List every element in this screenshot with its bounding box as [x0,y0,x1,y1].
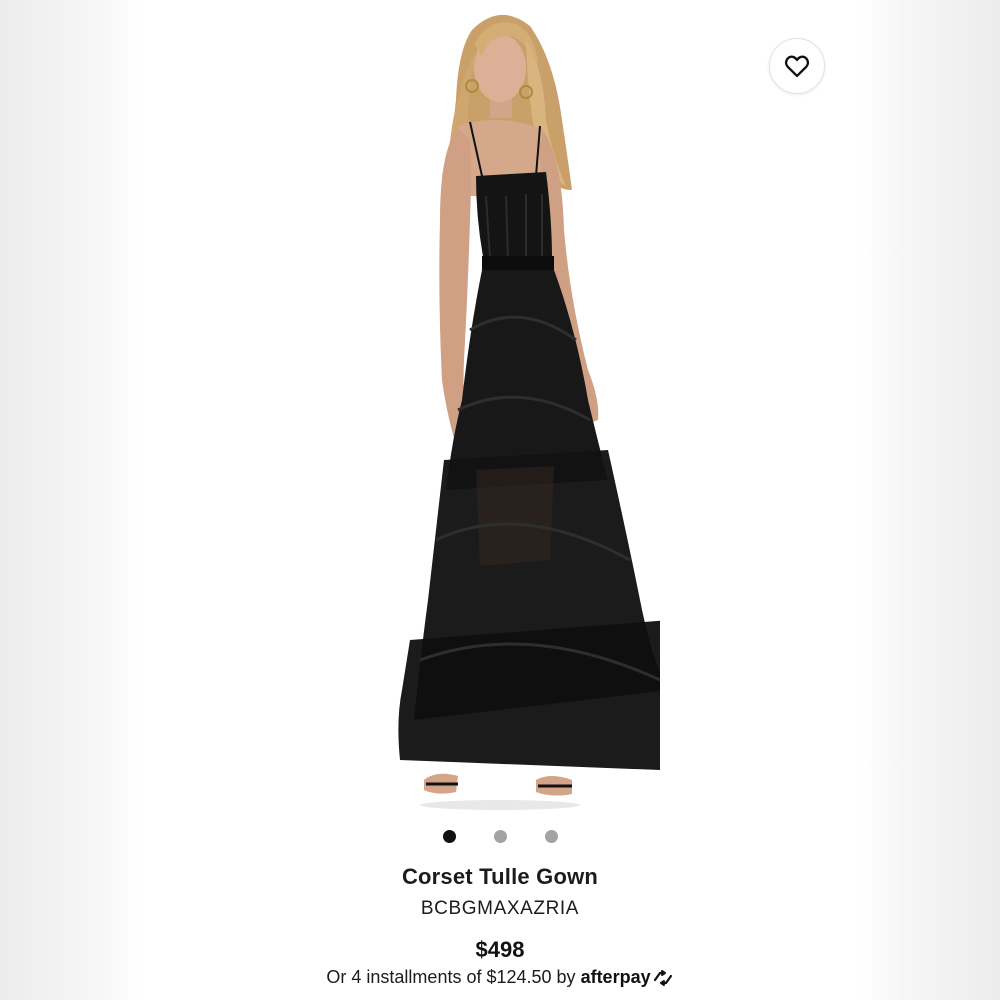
afterpay-label: afterpay [580,967,651,987]
carousel-dot-3[interactable] [544,830,558,843]
installments-info: Or 4 installments of $124.50 by afterpay [140,967,860,988]
afterpay-link[interactable]: afterpay [581,967,674,987]
installments-text: Or 4 installments of $124.50 by [326,967,576,987]
carousel-dot-2[interactable] [493,830,507,843]
heart-outline-icon [784,55,810,78]
afterpay-arrows-icon [653,970,672,986]
image-carousel-dots [140,830,860,843]
product-price: $498 [475,937,525,962]
carousel-dot-1[interactable] [442,830,456,843]
product-card: Corset Tulle Gown BCBGMAXAZRIA $498 Or 4… [140,0,860,1000]
product-image[interactable] [340,0,660,820]
product-title: Corset Tulle Gown [401,864,599,889]
screenshot-frame: Corset Tulle Gown BCBGMAXAZRIA $498 Or 4… [0,0,1000,1000]
favorite-button[interactable] [769,38,825,94]
product-brand[interactable]: BCBGMAXAZRIA [140,898,860,920]
